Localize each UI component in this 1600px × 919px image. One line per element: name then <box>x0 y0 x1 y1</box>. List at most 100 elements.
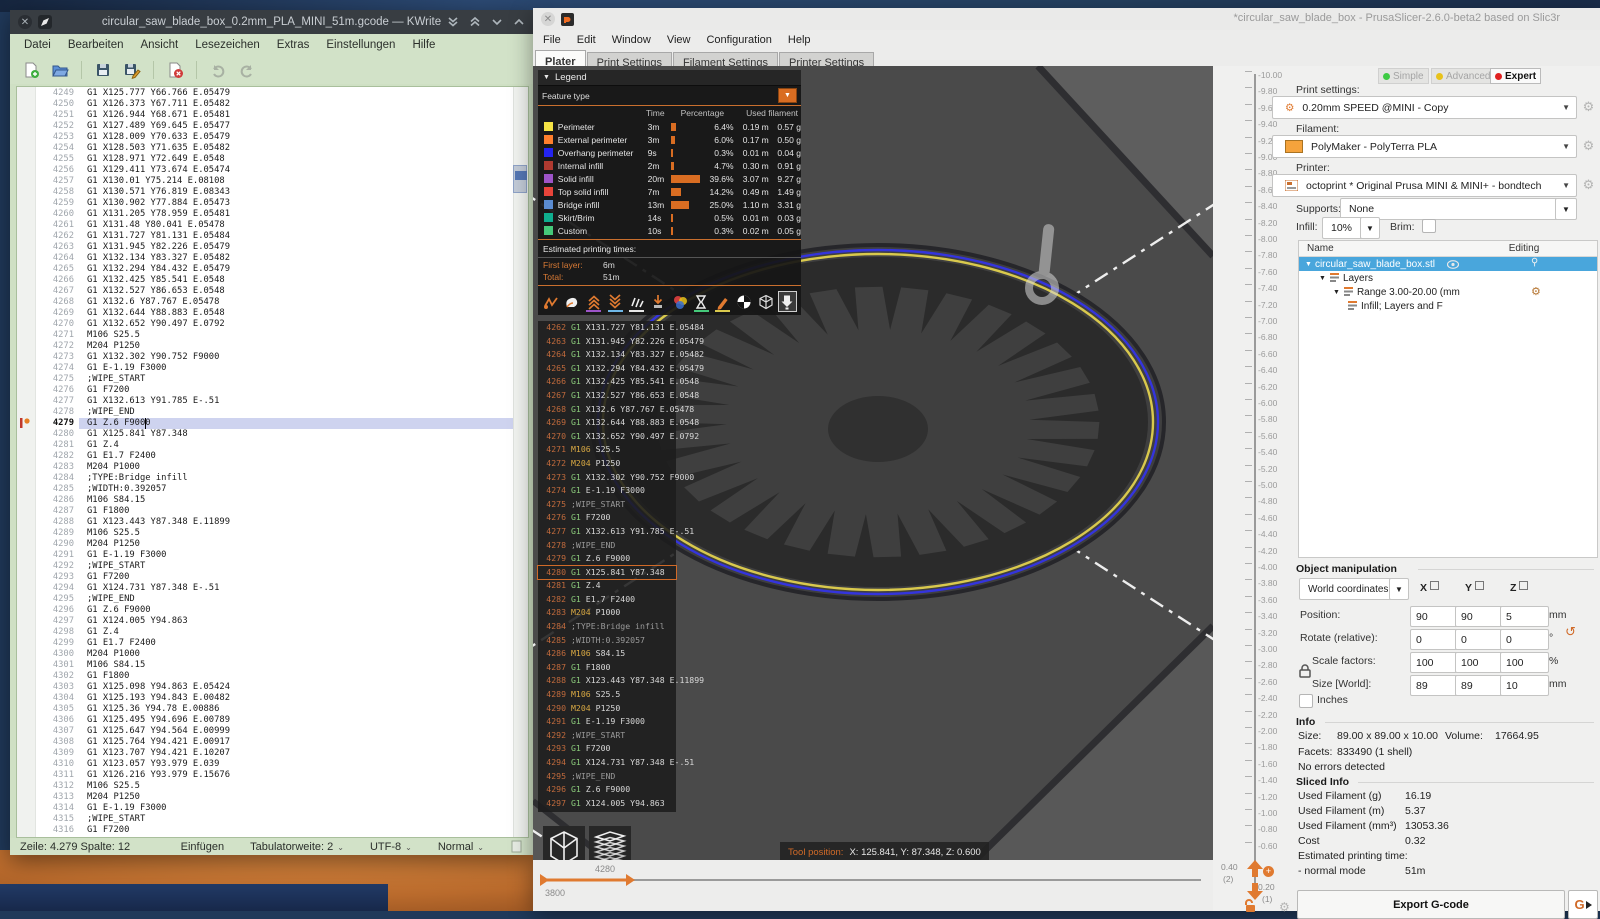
manip-field[interactable]: 89 <box>1455 675 1504 696</box>
retractions-icon[interactable] <box>585 292 602 312</box>
minimize-icon[interactable] <box>491 16 503 28</box>
range-settings-gear-icon[interactable]: ⚙ <box>1531 285 1541 298</box>
tool-changes-icon[interactable] <box>650 292 667 311</box>
window-controls[interactable] <box>447 10 525 34</box>
menu-hilfe[interactable]: Hilfe <box>412 39 435 51</box>
infill-dropdown-icon[interactable]: ▼ <box>1360 217 1380 239</box>
manip-field[interactable]: 89 <box>1410 675 1459 696</box>
code-line: 4280 G1 X125.841 Y87.348 <box>52 429 188 439</box>
object-tree[interactable]: Name Editing ▼ circular_saw_blade_box.stl… <box>1298 240 1598 558</box>
seams-icon[interactable] <box>628 292 645 312</box>
bookmark-icon[interactable] <box>20 418 31 428</box>
menu-extras[interactable]: Extras <box>277 39 310 51</box>
menu-datei[interactable]: Datei <box>24 39 51 51</box>
mode-simple[interactable]: Simple <box>1378 68 1429 84</box>
close-icon[interactable]: ✕ <box>541 12 555 26</box>
manip-field[interactable]: 90 <box>1410 606 1459 627</box>
coordinates-dropdown-icon[interactable]: ▼ <box>1389 578 1409 600</box>
slider-gear-icon[interactable]: ⚙ <box>1279 900 1290 914</box>
shells-icon[interactable] <box>757 292 774 311</box>
redo-icon[interactable] <box>236 59 258 81</box>
highlight-mode-selector[interactable]: Normal ⌄ <box>438 841 484 853</box>
manip-field[interactable]: 5 <box>1500 606 1549 627</box>
manip-field[interactable]: 0 <box>1500 629 1549 650</box>
custom-gcode-icon[interactable] <box>714 292 731 312</box>
view-type-dropdown[interactable]: ▼ <box>778 88 797 103</box>
maximize-icon[interactable] <box>513 16 525 28</box>
prusaslicer-titlebar[interactable]: ✕ *circular_saw_blade_box - PrusaSlicer-… <box>533 8 1600 30</box>
export-gcode-button[interactable]: Export G-code <box>1297 890 1565 919</box>
3d-viewport[interactable]: ▼ Legend Feature type ▼ Time Percentage U… <box>533 66 1213 872</box>
pause-prints-icon[interactable] <box>693 292 710 312</box>
manip-field[interactable]: 100 <box>1500 652 1549 673</box>
print-settings-combo[interactable]: ⚙ 0.20mm SPEED @MINI - Copy ▼ <box>1272 96 1577 119</box>
printer-gear-icon[interactable]: ⚙ <box>1581 177 1596 192</box>
expand-arrow-icon[interactable]: ▼ <box>1319 275 1326 282</box>
close-document-icon[interactable] <box>164 59 186 81</box>
open-document-icon[interactable] <box>49 59 71 81</box>
inches-checkbox[interactable] <box>1299 694 1313 708</box>
filament-combo[interactable]: PolyMaker - PolyTerra PLA ▼ <box>1272 135 1577 158</box>
editing-icon[interactable]: ⚲ <box>1531 257 1538 268</box>
filament-gear-icon[interactable]: ⚙ <box>1581 138 1596 153</box>
manip-field[interactable]: 0 <box>1410 629 1459 650</box>
gcode-overlay-line: 4290 M204 P1250 <box>546 702 621 713</box>
menu-ansicht[interactable]: Ansicht <box>140 39 178 51</box>
print-settings-gear-icon[interactable]: ⚙ <box>1581 99 1596 114</box>
menu-window[interactable]: Window <box>612 34 651 46</box>
center-of-gravity-icon[interactable] <box>736 292 753 311</box>
manip-field[interactable]: 90 <box>1455 606 1504 627</box>
legend-header[interactable]: ▼ Legend <box>538 70 801 86</box>
gcode-move-slider[interactable] <box>533 860 1213 911</box>
supports-dropdown-icon[interactable]: ▼ <box>1555 198 1577 220</box>
encoding-selector[interactable]: UTF-8 ⌄ <box>370 841 412 853</box>
menu-file[interactable]: File <box>543 34 561 46</box>
rotate-reset-icon[interactable]: ↻ <box>1565 624 1576 640</box>
send-gcode-button[interactable]: G <box>1568 890 1598 919</box>
menu-einstellungen[interactable]: Einstellungen <box>326 39 395 51</box>
gcode-overlay-line: 4267 G1 X132.527 Y86.653 E.0548 <box>546 389 700 400</box>
menu-edit[interactable]: Edit <box>577 34 596 46</box>
tree-row-circular-saw-blade-box-stl[interactable]: ▼ circular_saw_blade_box.stl ⚲ <box>1299 257 1597 271</box>
manip-field[interactable]: 100 <box>1410 652 1459 673</box>
wipe-icon[interactable] <box>564 292 581 311</box>
menu-view[interactable]: View <box>667 34 691 46</box>
expand-arrow-icon[interactable]: ▼ <box>1333 289 1340 296</box>
undo-icon[interactable] <box>207 59 229 81</box>
insert-mode-status[interactable]: Einfügen <box>181 841 224 853</box>
manip-field[interactable]: 100 <box>1455 652 1504 673</box>
brim-checkbox[interactable] <box>1422 219 1436 233</box>
kwrite-editor[interactable]: 4249 G1 X125.777 Y66.766 E.05479 4250 G1 X1… <box>16 86 529 838</box>
tree-row-range-3-00-20-00-mm[interactable]: ▼ Range 3.00-20.00 (mm ⚙ <box>1299 285 1597 299</box>
deretractions-icon[interactable] <box>607 292 624 312</box>
tool-marker-icon[interactable] <box>777 291 797 312</box>
expand-arrow-icon[interactable]: ▼ <box>1305 261 1312 268</box>
manip-field[interactable]: 0 <box>1455 629 1504 650</box>
printer-combo[interactable]: octoprint * Original Prusa MINI & MINI+ … <box>1272 174 1577 197</box>
save-as-icon[interactable] <box>121 59 143 81</box>
tab-width-selector[interactable]: Tabulatorweite: 2 ⌄ <box>250 841 344 853</box>
save-icon[interactable] <box>92 59 114 81</box>
menu-bearbeiten[interactable]: Bearbeiten <box>68 39 124 51</box>
printer-label: Printer: <box>1296 162 1330 174</box>
coordinates-combo[interactable]: World coordinates <box>1299 578 1397 600</box>
menu-lesezeichen[interactable]: Lesezeichen <box>195 39 260 51</box>
unshade-icon[interactable] <box>469 16 481 28</box>
manip-field[interactable]: 10 <box>1500 675 1549 696</box>
tree-row-layers[interactable]: ▼ Layers <box>1299 271 1597 285</box>
travel-moves-icon[interactable] <box>542 292 559 311</box>
menu-help[interactable]: Help <box>788 34 811 46</box>
add-color-change-icon[interactable]: + <box>1263 866 1274 877</box>
kwrite-titlebar[interactable]: ✕ circular_saw_blade_box_0.2mm_PLA_MINI_… <box>10 10 533 34</box>
color-changes-icon[interactable] <box>671 292 688 311</box>
shade-icon[interactable] <box>447 16 459 28</box>
layer-slider-track[interactable] <box>1254 74 1256 896</box>
mode-expert[interactable]: Expert <box>1490 68 1542 84</box>
mode-advanced[interactable]: Advanced <box>1431 68 1496 84</box>
scale-lock-icon[interactable] <box>1299 664 1311 678</box>
menu-configuration[interactable]: Configuration <box>706 34 771 46</box>
tree-row-infill-layers-and-f[interactable]: Infill; Layers and F <box>1299 299 1597 313</box>
new-document-icon[interactable] <box>20 59 42 81</box>
legend-panel: ▼ Legend Feature type ▼ Time Percentage U… <box>538 70 801 315</box>
kwrite-scrollbar[interactable] <box>513 87 528 837</box>
